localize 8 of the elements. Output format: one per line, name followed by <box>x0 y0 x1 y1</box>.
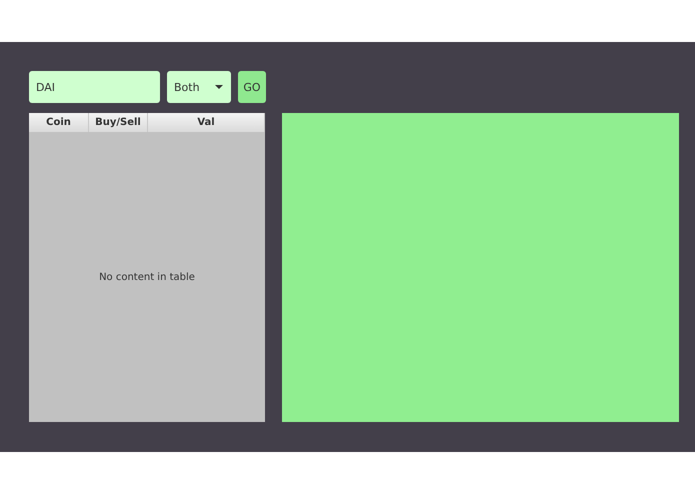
empty-table-message: No content in table <box>99 272 195 282</box>
caret-icon <box>215 85 223 89</box>
column-header[interactable]: Val <box>148 113 265 132</box>
search-field[interactable]: DAI <box>29 71 160 103</box>
go-button[interactable]: GO <box>238 71 266 103</box>
filter-dropdown[interactable]: Both <box>167 71 231 103</box>
column-header[interactable]: Coin <box>29 113 89 132</box>
column-header[interactable]: Buy/Sell <box>89 113 148 132</box>
